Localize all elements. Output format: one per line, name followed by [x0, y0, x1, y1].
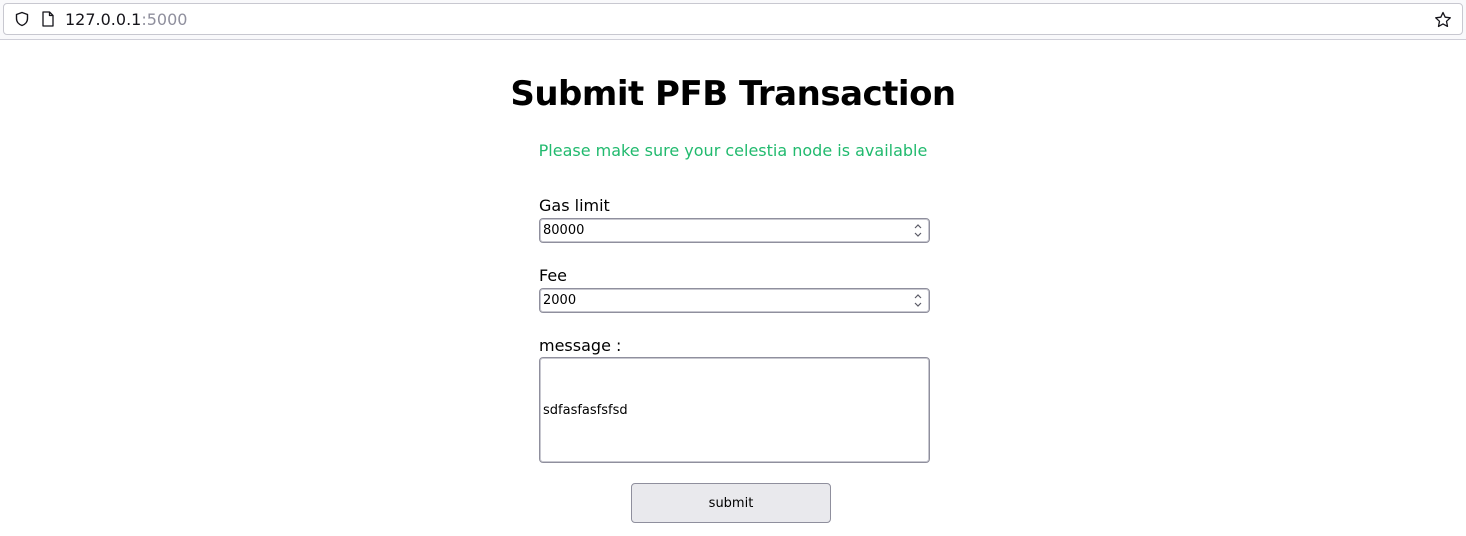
fee-value: 2000 — [543, 293, 577, 308]
url-text[interactable]: 127.0.0.1:5000 — [65, 10, 187, 30]
address-bar[interactable]: 127.0.0.1:5000 — [3, 3, 1463, 35]
fee-label: Fee — [539, 266, 568, 285]
url-port: :5000 — [141, 10, 188, 29]
page-icon — [42, 11, 54, 27]
fee-input[interactable]: 2000 — [539, 288, 930, 313]
submit-button[interactable]: submit — [631, 483, 831, 523]
message-textarea[interactable]: sdfasfasfsfsd — [539, 357, 930, 463]
shield-icon[interactable] — [14, 11, 30, 27]
gas-limit-value: 80000 — [543, 223, 585, 238]
message-label: message : — [539, 336, 622, 355]
message-value: sdfasfasfsfsd — [543, 403, 628, 418]
node-availability-notice: Please make sure your celestia node is a… — [538, 141, 928, 160]
gas-limit-input[interactable]: 80000 — [539, 218, 930, 243]
gas-limit-label: Gas limit — [539, 196, 610, 215]
browser-toolbar: 127.0.0.1:5000 — [0, 0, 1466, 40]
url-host: 127.0.0.1 — [65, 10, 142, 29]
spinner-arrows-icon[interactable] — [911, 221, 925, 240]
star-icon[interactable] — [1434, 11, 1452, 29]
spinner-arrows-icon[interactable] — [911, 291, 925, 310]
page-title: Submit PFB Transaction — [510, 74, 956, 114]
